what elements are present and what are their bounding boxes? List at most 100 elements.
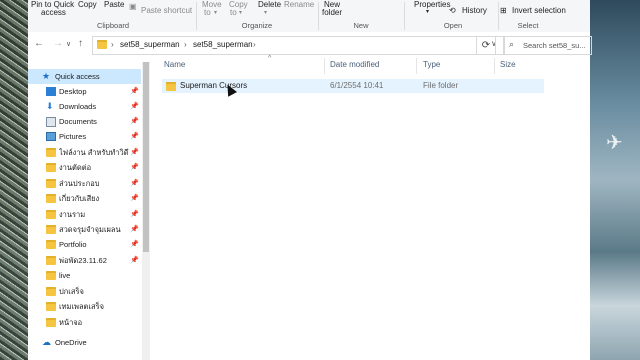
search-icon: ⌕ <box>509 39 515 49</box>
ribbon-divider <box>196 2 197 30</box>
nav-item-folder[interactable]: เกี่ยวกับเสียง 📌 <box>28 191 141 206</box>
pin-icon[interactable]: 📌 <box>130 237 139 252</box>
nav-label: Portfolio <box>59 240 87 249</box>
history-button[interactable]: History <box>462 6 487 15</box>
nav-item-folder[interactable]: ไฟล์งาน สำหรับทำวิดีโอ 📌 <box>28 145 141 160</box>
copy-to-label-2: to <box>230 8 237 17</box>
forward-arrow-icon[interactable]: → <box>53 38 63 49</box>
nav-item-live[interactable]: live <box>28 268 141 283</box>
nav-label: หน้าจอ <box>59 318 83 327</box>
wallpaper-right <box>590 0 640 360</box>
nav-item-pictures[interactable]: Pictures 📌 <box>28 129 141 144</box>
folder-icon <box>46 271 56 280</box>
nav-label: live <box>59 271 71 280</box>
nav-item-desktop[interactable]: Desktop 📌 <box>28 84 141 99</box>
delete-chevron-icon: ▾ <box>264 10 268 16</box>
new-folder-label-2: folder <box>322 8 343 17</box>
folder-icon <box>46 194 56 203</box>
nav-item-folder[interactable]: งานราม 📌 <box>28 207 141 222</box>
nav-item-quick-access[interactable]: ★ Quick access <box>28 69 141 84</box>
nav-item-folder[interactable]: สวดจรุมจำจุมเผลน 📌 <box>28 222 141 237</box>
nav-item-folder[interactable]: พ่อพัด23.11.62 📌 <box>28 253 141 268</box>
delete-button[interactable]: Delete <box>258 0 281 9</box>
pin-icon[interactable]: 📌 <box>130 253 139 268</box>
column-header-name[interactable]: Name <box>164 60 185 69</box>
recent-chevron-icon[interactable]: ∨ <box>66 40 71 48</box>
pin-icon[interactable]: 📌 <box>130 84 139 99</box>
nav-scrollbar[interactable] <box>142 62 150 360</box>
folder-icon <box>46 318 56 327</box>
nav-item-folder[interactable]: หน้าจอ <box>28 315 141 330</box>
pin-icon[interactable]: 📌 <box>130 191 139 206</box>
nav-label: สวดจรุมจำจุมเผลน <box>59 225 121 234</box>
nav-label: Quick access <box>55 72 100 81</box>
nav-item-folder[interactable]: เทมเพลตเสร็จ <box>28 299 141 314</box>
column-divider[interactable] <box>324 58 325 74</box>
nav-label: Pictures <box>59 132 87 141</box>
group-open: Open <box>443 21 463 30</box>
folder-icon <box>97 40 107 49</box>
nav-label: เทมเพลตเสร็จ <box>59 302 104 311</box>
copy-button[interactable]: Copy <box>78 0 97 9</box>
back-arrow-icon[interactable]: ← <box>34 38 44 49</box>
nav-label: งานราม <box>59 210 86 219</box>
column-header-type[interactable]: Type <box>423 60 440 69</box>
nav-label: ส่วนประกอบ <box>59 179 100 188</box>
airplane-icon: ✈ <box>606 132 623 154</box>
folder-icon <box>46 148 56 157</box>
pin-icon[interactable]: 📌 <box>130 129 139 144</box>
pin-icon[interactable]: 📌 <box>130 207 139 222</box>
file-type: File folder <box>423 81 459 90</box>
column-divider[interactable] <box>416 58 417 74</box>
paste-button[interactable]: Paste <box>104 0 124 9</box>
paste-shortcut-icon: ▣ <box>129 2 137 11</box>
folder-icon <box>46 302 56 311</box>
file-date: 6/1/2554 10:41 <box>330 81 384 90</box>
folder-icon <box>166 82 176 91</box>
properties-button[interactable]: Properties <box>414 0 450 9</box>
folder-icon <box>46 179 56 188</box>
nav-item-portfolio[interactable]: Portfolio 📌 <box>28 237 141 252</box>
nav-item-folder[interactable]: ปกเสร็จ <box>28 284 141 299</box>
address-bar[interactable]: › set58_superman › set58_superman › ∨ <box>92 36 504 55</box>
group-select: Select <box>517 21 539 30</box>
folder-icon <box>46 210 56 219</box>
paste-shortcut-button[interactable]: Paste shortcut <box>141 6 192 15</box>
folder-icon <box>46 225 56 234</box>
file-name: Superman Cursors <box>180 81 248 90</box>
pin-icon[interactable]: 📌 <box>130 114 139 129</box>
breadcrumb-item[interactable]: set58_superman <box>193 40 253 49</box>
document-icon <box>46 117 56 127</box>
pin-icon[interactable]: 📌 <box>130 145 139 160</box>
properties-chevron-icon: ▾ <box>426 9 430 15</box>
move-to-chevron-icon: ▾ <box>214 10 218 16</box>
copy-to-chevron-icon: ▾ <box>239 10 243 16</box>
breadcrumb-item[interactable]: set58_superman <box>120 40 180 49</box>
refresh-button[interactable]: ⟳ <box>476 36 496 55</box>
nav-item-onedrive[interactable]: ☁ OneDrive <box>28 335 141 350</box>
pin-icon[interactable]: 📌 <box>130 99 139 114</box>
up-arrow-icon[interactable]: ↑ <box>78 38 83 49</box>
rename-button[interactable]: Rename <box>284 0 314 9</box>
table-row[interactable]: Superman Cursors 6/1/2554 10:41 File fol… <box>162 79 544 93</box>
pin-icon[interactable]: 📌 <box>130 160 139 175</box>
group-clipboard: Clipboard <box>96 21 130 30</box>
ribbon-divider <box>404 2 405 30</box>
nav-item-folder[interactable]: ส่วนประกอบ 📌 <box>28 176 141 191</box>
nav-item-documents[interactable]: Documents 📌 <box>28 114 141 129</box>
sort-arrow-icon: ^ <box>268 55 272 62</box>
search-input[interactable]: ⌕ Search set58_su... <box>504 36 592 55</box>
nav-item-downloads[interactable]: ⬇ Downloads 📌 <box>28 99 141 114</box>
pin-icon[interactable]: 📌 <box>130 222 139 237</box>
invert-selection-button[interactable]: Invert selection <box>512 6 566 15</box>
nav-label: ปกเสร็จ <box>59 287 84 296</box>
column-divider[interactable] <box>494 58 495 74</box>
pin-icon[interactable]: 📌 <box>130 176 139 191</box>
ribbon-divider <box>498 2 499 30</box>
column-header-date[interactable]: Date modified <box>330 60 379 69</box>
scrollbar-thumb[interactable] <box>143 62 149 252</box>
group-organize: Organize <box>241 21 273 30</box>
nav-item-folder[interactable]: งานตัดต่อ 📌 <box>28 160 141 175</box>
column-header-size[interactable]: Size <box>500 60 516 69</box>
search-placeholder: Search set58_su... <box>523 41 586 50</box>
